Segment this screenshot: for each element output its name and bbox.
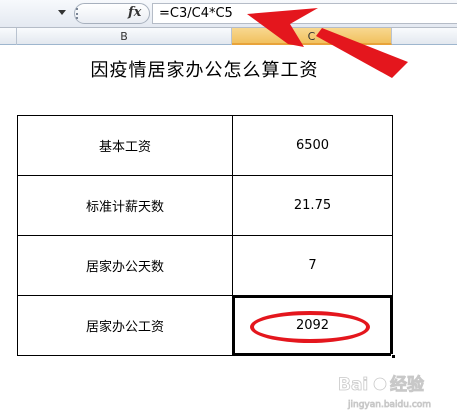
svg-text:jingyan.baidu.com: jingyan.baidu.com <box>347 400 431 410</box>
pointer-arrow-icon <box>247 8 408 78</box>
svg-text:Bai: Bai <box>338 375 368 395</box>
svg-text:经验: 经验 <box>390 374 425 395</box>
baidu-watermark-logo: Bai 经验 jingyan.baidu.com <box>338 374 432 411</box>
arrow-shaft <box>316 28 408 78</box>
arrow-head <box>247 8 318 47</box>
